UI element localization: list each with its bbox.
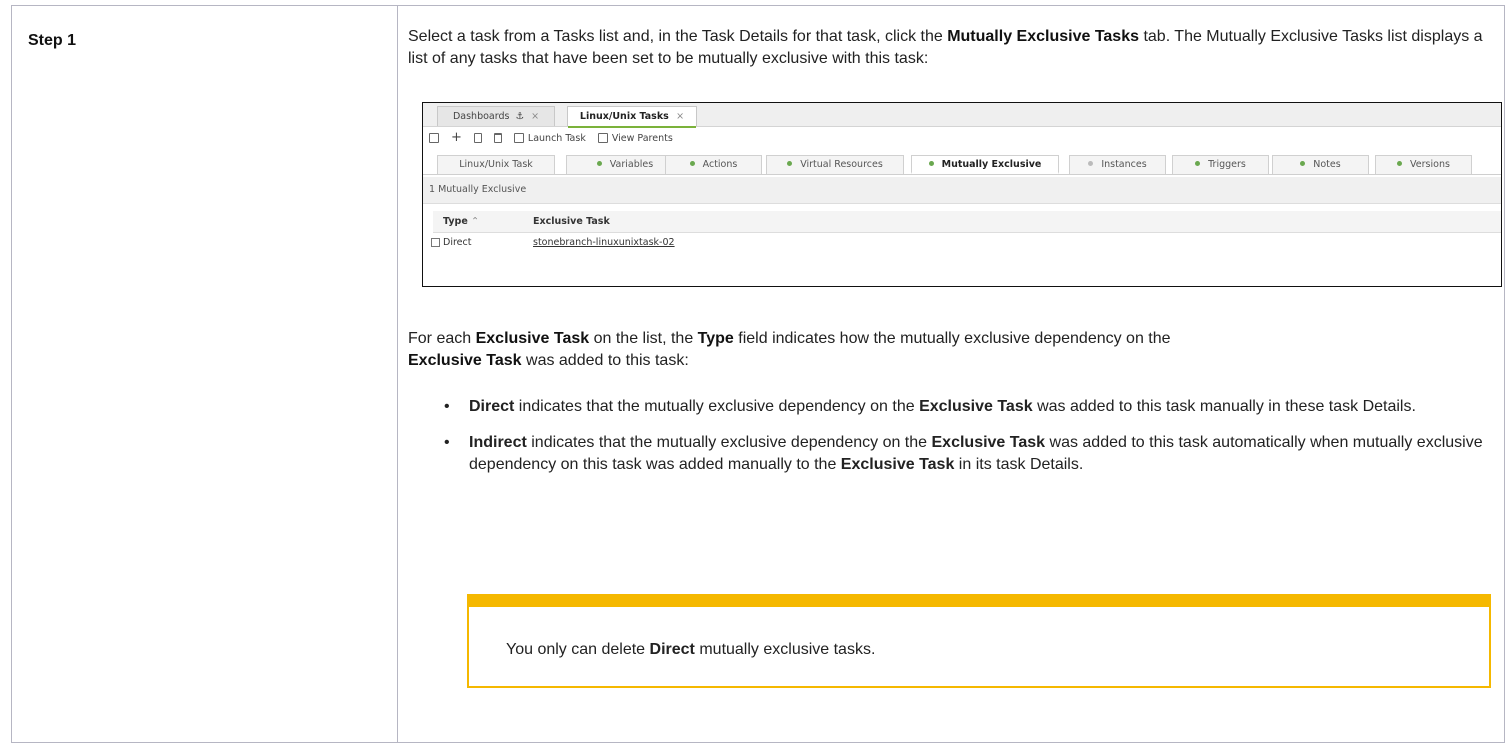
- copy-icon[interactable]: [473, 133, 482, 143]
- view-parents-icon: [597, 133, 608, 143]
- step-label: Step 1: [28, 32, 77, 49]
- view-parents-button[interactable]: View Parents: [597, 132, 673, 144]
- status-dot-icon: [596, 161, 602, 166]
- doc-tab-dashboards-label: Dashboards: [452, 111, 510, 122]
- intro-bold-tab-name: Mutually Exclusive Tasks: [947, 28, 1139, 45]
- bullet-text: in its task Details.: [954, 456, 1084, 473]
- note-bold: Direct: [649, 641, 695, 658]
- para-bold: Type: [697, 330, 734, 347]
- bullet-icon: •: [444, 398, 450, 415]
- sort-ascending-icon: ⌃: [471, 216, 480, 227]
- tab-mutually-exclusive[interactable]: Mutually Exclusive: [911, 155, 1059, 174]
- doc-tab-linux-unix-tasks-label: Linux/Unix Tasks: [579, 111, 669, 122]
- tab-notes[interactable]: Notes: [1272, 155, 1369, 174]
- step-table: Step 1 Select a task from a Tasks list a…: [11, 0, 1505, 743]
- panel-title: 1 Mutually Exclusive: [423, 177, 1501, 204]
- para-text: field indicates how the mutually exclusi…: [733, 330, 1171, 347]
- pin-icon[interactable]: ⚓: [516, 111, 525, 122]
- status-dot-icon: [1300, 161, 1306, 166]
- para-text: was added to this task:: [521, 352, 689, 369]
- grid-header: Type ⌃ Exclusive Task: [433, 211, 1501, 233]
- add-icon[interactable]: +: [451, 131, 462, 144]
- launch-task-button[interactable]: Launch Task: [513, 132, 586, 144]
- note-text: You only can delete Direct mutually excl…: [506, 641, 875, 659]
- bullet-text: indicates that the mutually exclusive de…: [526, 434, 932, 451]
- save-icon[interactable]: [429, 133, 439, 143]
- tab-actions[interactable]: Actions: [665, 155, 762, 174]
- para-text: For each: [408, 330, 476, 347]
- para-text: on the list, the: [589, 330, 698, 347]
- close-icon[interactable]: ×: [531, 111, 539, 122]
- task-toolbar: + Launch Task View Parents: [429, 130, 673, 146]
- column-type-label: Type: [443, 216, 468, 227]
- note-box: You only can delete Direct mutually excl…: [467, 594, 1491, 688]
- step-cell: Step 1: [11, 5, 398, 743]
- note-text-part: You only can delete: [506, 641, 650, 658]
- column-header-type[interactable]: Type ⌃: [443, 211, 479, 232]
- tab-label: Linux/Unix Task: [459, 159, 533, 170]
- note-text-part: mutually exclusive tasks.: [694, 641, 876, 658]
- bullet-bold: Exclusive Task: [931, 434, 1046, 451]
- tab-versions[interactable]: Versions: [1375, 155, 1472, 174]
- document-tab-bar: Dashboards ⚓ × Linux/Unix Tasks ×: [423, 103, 1501, 128]
- launch-task-label: Launch Task: [527, 132, 586, 144]
- task-details-screenshot: Dashboards ⚓ × Linux/Unix Tasks × + Laun…: [422, 102, 1502, 287]
- launch-icon: [513, 133, 524, 143]
- para-bold: Exclusive Task: [475, 330, 590, 347]
- delete-icon[interactable]: [493, 133, 502, 143]
- doc-tab-dashboards[interactable]: Dashboards ⚓ ×: [437, 106, 555, 126]
- bullet-bold: Exclusive Task: [919, 398, 1033, 415]
- tab-label: Actions: [702, 159, 738, 170]
- intro-paragraph: Select a task from a Tasks list and, in …: [408, 26, 1498, 70]
- type-explanation-paragraph: For each Exclusive Task on the list, the…: [408, 328, 1468, 372]
- view-parents-label: View Parents: [611, 132, 673, 144]
- tab-label: Mutually Exclusive: [941, 159, 1042, 170]
- tab-label: Instances: [1101, 159, 1147, 170]
- para-bold: Exclusive Task: [408, 352, 522, 369]
- bullet-text: was added to this task manually in these…: [1032, 398, 1416, 415]
- tab-triggers[interactable]: Triggers: [1172, 155, 1269, 174]
- step-content-cell: Select a task from a Tasks list and, in …: [397, 5, 1505, 743]
- bullet-icon: •: [444, 434, 450, 451]
- list-item: • Indirect indicates that the mutually e…: [408, 432, 1489, 476]
- table-row[interactable]: Direct stonebranch-linuxunixtask-02: [431, 234, 1501, 252]
- tab-instances[interactable]: Instances: [1069, 155, 1166, 174]
- bullet-bold: Direct: [469, 398, 515, 415]
- list-item: • Direct indicates that the mutually exc…: [408, 396, 1469, 418]
- status-dot-icon: [1195, 161, 1201, 166]
- bullet-bold: Indirect: [469, 434, 527, 451]
- status-dot-icon: [928, 161, 934, 166]
- close-icon[interactable]: ×: [676, 111, 684, 122]
- type-bullet-list: • Direct indicates that the mutually exc…: [408, 396, 1488, 490]
- row-type: Direct: [443, 237, 472, 248]
- detail-tab-bar: Linux/Unix Task Variables Actions Virtua…: [423, 152, 1501, 175]
- tab-virtual-resources[interactable]: Virtual Resources: [766, 155, 904, 174]
- bullet-bold: Exclusive Task: [840, 456, 955, 473]
- tab-linux-unix-task[interactable]: Linux/Unix Task: [437, 155, 555, 174]
- status-dot-icon: [1397, 161, 1403, 166]
- tab-label: Notes: [1313, 159, 1341, 170]
- column-header-exclusive-task[interactable]: Exclusive Task: [533, 211, 610, 232]
- tab-label: Triggers: [1208, 159, 1246, 170]
- status-dot-icon: [689, 161, 695, 166]
- intro-text-1: Select a task from a Tasks list and, in …: [408, 28, 948, 45]
- status-dot-icon: [787, 161, 793, 166]
- tab-label: Virtual Resources: [800, 159, 883, 170]
- row-exclusive-task-link[interactable]: stonebranch-linuxunixtask-02: [533, 234, 675, 252]
- status-dot-icon: [1088, 161, 1094, 166]
- tab-label: Variables: [609, 159, 654, 170]
- task-type-icon: [431, 238, 440, 247]
- doc-tab-linux-unix-tasks[interactable]: Linux/Unix Tasks ×: [567, 106, 697, 128]
- bullet-text: indicates that the mutually exclusive de…: [514, 398, 920, 415]
- tab-label: Versions: [1410, 159, 1450, 170]
